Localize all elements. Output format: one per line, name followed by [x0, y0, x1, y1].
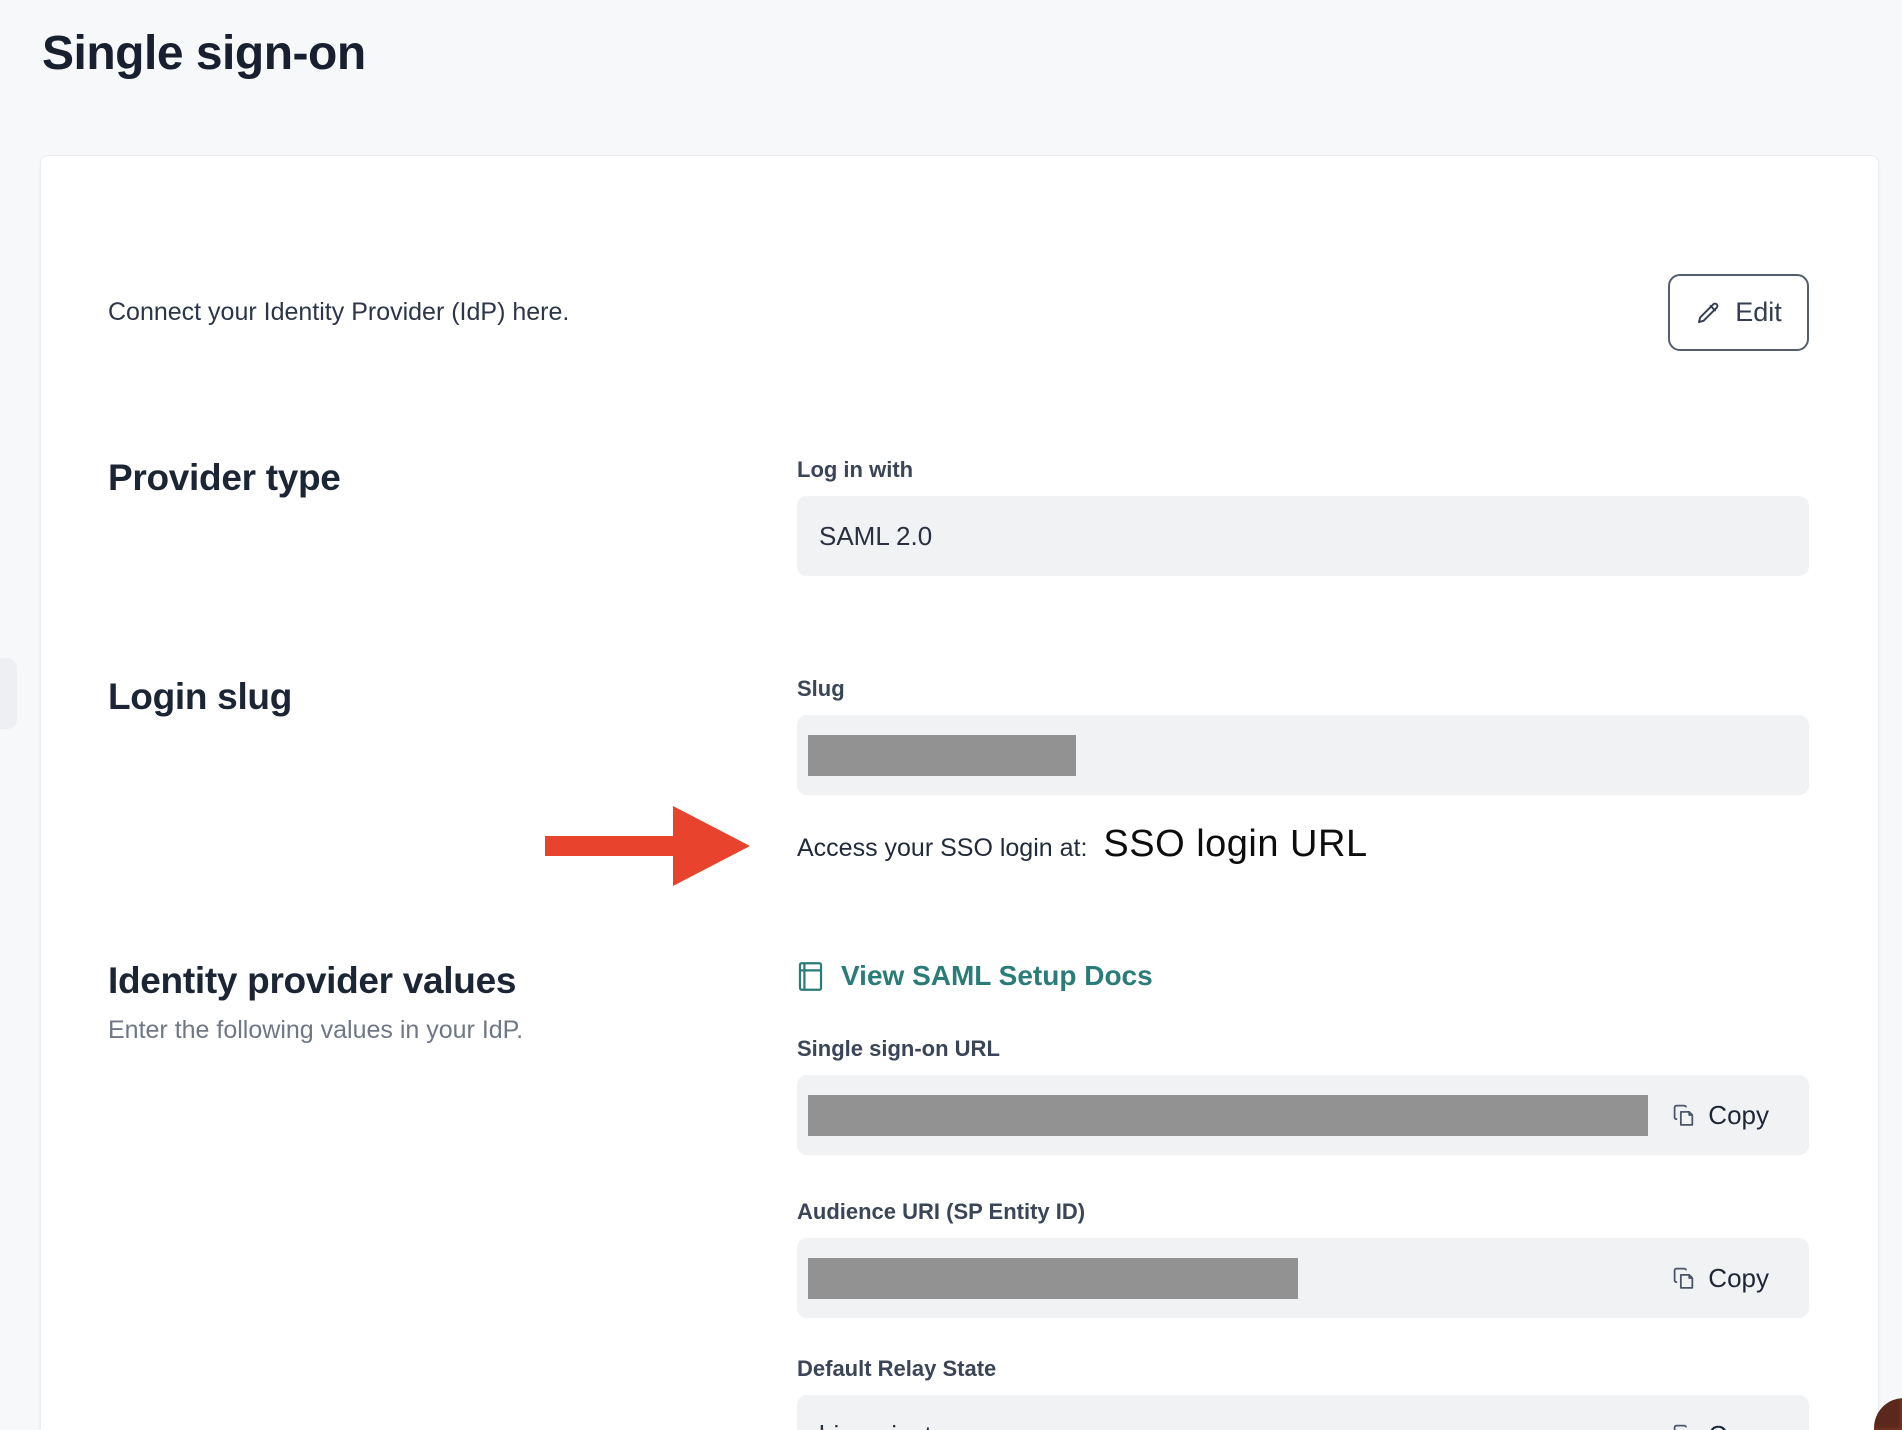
slug-label: Slug [797, 676, 1809, 702]
copy-icon [1672, 1266, 1697, 1291]
book-docs-icon [797, 961, 824, 992]
default-relay-state-label: Default Relay State [797, 1356, 1809, 1382]
copy-sso-url-button[interactable]: Copy [1672, 1100, 1787, 1131]
copy-icon [1672, 1423, 1697, 1430]
sso-url-label: Single sign-on URL [797, 1036, 1809, 1062]
login-slug-heading: Login slug [108, 676, 797, 718]
access-text: Access your SSO login at: [797, 834, 1087, 863]
audience-uri-field: Copy [797, 1238, 1809, 1318]
default-relay-state-block: Default Relay State bigproject [797, 1356, 1809, 1430]
login-with-label: Log in with [797, 457, 1809, 483]
sso-url-field: Copy [797, 1075, 1809, 1155]
provider-type-value: SAML 2.0 [819, 521, 932, 552]
sso-url-block: Single sign-on URL Copy [797, 1036, 1809, 1155]
red-arrow-annotation [545, 806, 750, 886]
sso-url-redacted-value [808, 1095, 1648, 1136]
idp-values-section: Identity provider values Enter the follo… [108, 960, 1809, 1430]
edit-button-label: Edit [1735, 297, 1782, 328]
default-relay-state-value: bigproject [819, 1420, 932, 1430]
red-arrow-head [673, 806, 750, 886]
edit-button[interactable]: Edit [1668, 274, 1809, 351]
intro-text: Connect your Identity Provider (IdP) her… [108, 298, 569, 327]
side-drawer-handle[interactable] [0, 658, 17, 729]
access-line: Access your SSO login at: SSO login URL [797, 823, 1809, 866]
view-saml-docs-label: View SAML Setup Docs [841, 960, 1153, 992]
copy-audience-uri-button[interactable]: Copy [1672, 1263, 1787, 1294]
audience-uri-redacted-value [808, 1258, 1298, 1299]
sso-settings-card: Connect your Identity Provider (IdP) her… [40, 155, 1879, 1430]
copy-label: Copy [1708, 1263, 1769, 1294]
audience-uri-label: Audience URI (SP Entity ID) [797, 1199, 1809, 1225]
provider-type-section: Provider type Log in with SAML 2.0 [108, 457, 1809, 576]
sso-login-url-annotation: SSO login URL [1103, 823, 1367, 866]
copy-label: Copy [1708, 1420, 1769, 1430]
slug-field [797, 715, 1809, 795]
pencil-icon [1695, 299, 1722, 326]
intro-row: Connect your Identity Provider (IdP) her… [108, 274, 1809, 351]
copy-label: Copy [1708, 1100, 1769, 1131]
red-arrow-shaft [545, 836, 675, 856]
default-relay-state-field: bigproject Copy [797, 1395, 1809, 1430]
copy-icon [1672, 1103, 1697, 1128]
provider-type-heading: Provider type [108, 457, 797, 499]
sso-settings-page: Single sign-on Connect your Identity Pro… [0, 0, 1902, 1430]
page-title: Single sign-on [42, 26, 366, 81]
login-slug-section: Login slug Slug Access your SSO login at… [108, 676, 1809, 866]
provider-type-field: SAML 2.0 [797, 496, 1809, 576]
idp-values-subheading: Enter the following values in your IdP. [108, 1016, 797, 1045]
view-saml-docs-link[interactable]: View SAML Setup Docs [797, 960, 1809, 992]
slug-redacted-value [808, 735, 1076, 776]
idp-values-heading: Identity provider values [108, 960, 797, 1002]
audience-uri-block: Audience URI (SP Entity ID) [797, 1199, 1809, 1318]
copy-relay-state-button[interactable]: Copy [1672, 1420, 1787, 1430]
